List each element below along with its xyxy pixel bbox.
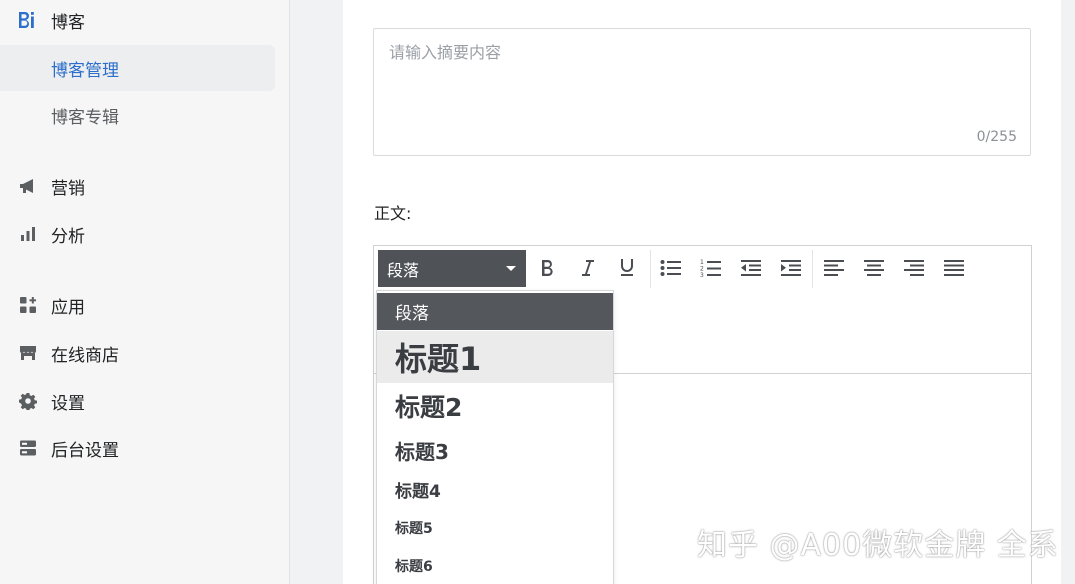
align-center-button[interactable] [860,254,888,282]
caret-down-icon [506,266,516,271]
dropdown-option-h6[interactable]: 标题6 [377,547,613,584]
align-left-button[interactable] [820,254,848,282]
apps-icon [18,295,38,315]
format-select[interactable]: 段落 [378,250,526,287]
bullet-list-button[interactable] [657,254,685,282]
nav-item-admin[interactable]: 后台设置 [0,426,290,470]
nav-label-settings: 设置 [51,393,85,414]
nav-item-blog-album[interactable]: 博客专辑 [0,92,275,138]
summary-placeholder: 请输入摘要内容 [389,43,502,62]
megaphone-icon [18,176,38,196]
nav-item-marketing[interactable]: 营销 [0,164,290,208]
outdent-button[interactable] [737,254,765,282]
align-right-button[interactable] [900,254,928,282]
format-select-value: 段落 [387,260,420,280]
numbered-list-icon: 1 2 3 [700,259,721,278]
indent-icon [781,260,801,276]
underline-button[interactable] [613,254,641,282]
dropdown-option-h1[interactable]: 标题1 [377,331,613,383]
align-justify-button[interactable] [940,254,968,282]
nav-label-blog-manage: 博客管理 [51,60,119,81]
nav-label-analytics: 分析 [51,226,85,247]
body-label: 正文: [374,204,412,223]
dropdown-option-h5[interactable]: 标题5 [377,509,613,546]
server-icon [18,438,38,458]
dropdown-option-paragraph[interactable]: 段落 [377,293,613,330]
numbered-list-button[interactable]: 1 2 3 [697,254,725,282]
align-justify-icon [944,260,964,276]
sidebar: 博客 博客管理 博客专辑 营销 分析 应用 在线商店 设置 后台设置 [0,0,290,584]
toolbar-separator [812,250,813,288]
italic-button[interactable] [574,254,602,282]
nav-label-blog-album: 博客专辑 [51,107,119,128]
blog-icon [18,10,38,30]
nav-label-marketing: 营销 [51,178,85,199]
indent-button[interactable] [777,254,805,282]
format-dropdown-menu: 段落 标题1 标题2 标题3 标题4 标题5 标题6 [376,290,614,584]
nav-label-admin: 后台设置 [51,440,119,461]
italic-icon [582,260,594,276]
nav-item-blog[interactable]: 博客 [0,0,290,42]
bar-chart-icon [18,224,38,244]
bold-icon [542,260,553,276]
dropdown-option-h4[interactable]: 标题4 [377,471,613,508]
align-center-icon [864,260,884,276]
nav-label-blog: 博客 [51,12,85,33]
nav-item-apps[interactable]: 应用 [0,283,290,327]
svg-text:3: 3 [700,272,704,278]
nav-item-store[interactable]: 在线商店 [0,331,290,375]
summary-textarea[interactable]: 请输入摘要内容 0/255 [373,28,1031,156]
summary-char-count: 0/255 [976,129,1017,145]
nav-item-settings[interactable]: 设置 [0,379,290,423]
toolbar-separator [650,250,651,288]
gear-icon [18,391,38,411]
outdent-icon [741,260,761,276]
align-right-icon [904,260,924,276]
watermark: 知乎 @A00微软金牌 全系 [697,528,1059,563]
nav-label-apps: 应用 [51,297,85,318]
dropdown-option-h2[interactable]: 标题2 [377,383,613,429]
underline-icon [621,259,633,276]
bold-button[interactable] [534,254,562,282]
align-left-icon [824,260,844,276]
store-icon [18,343,38,363]
bullet-list-icon [660,260,681,276]
nav-label-store: 在线商店 [51,345,119,366]
dropdown-option-h3[interactable]: 标题3 [377,430,613,470]
nav-item-analytics[interactable]: 分析 [0,212,290,256]
nav-item-blog-manage[interactable]: 博客管理 [0,45,275,91]
